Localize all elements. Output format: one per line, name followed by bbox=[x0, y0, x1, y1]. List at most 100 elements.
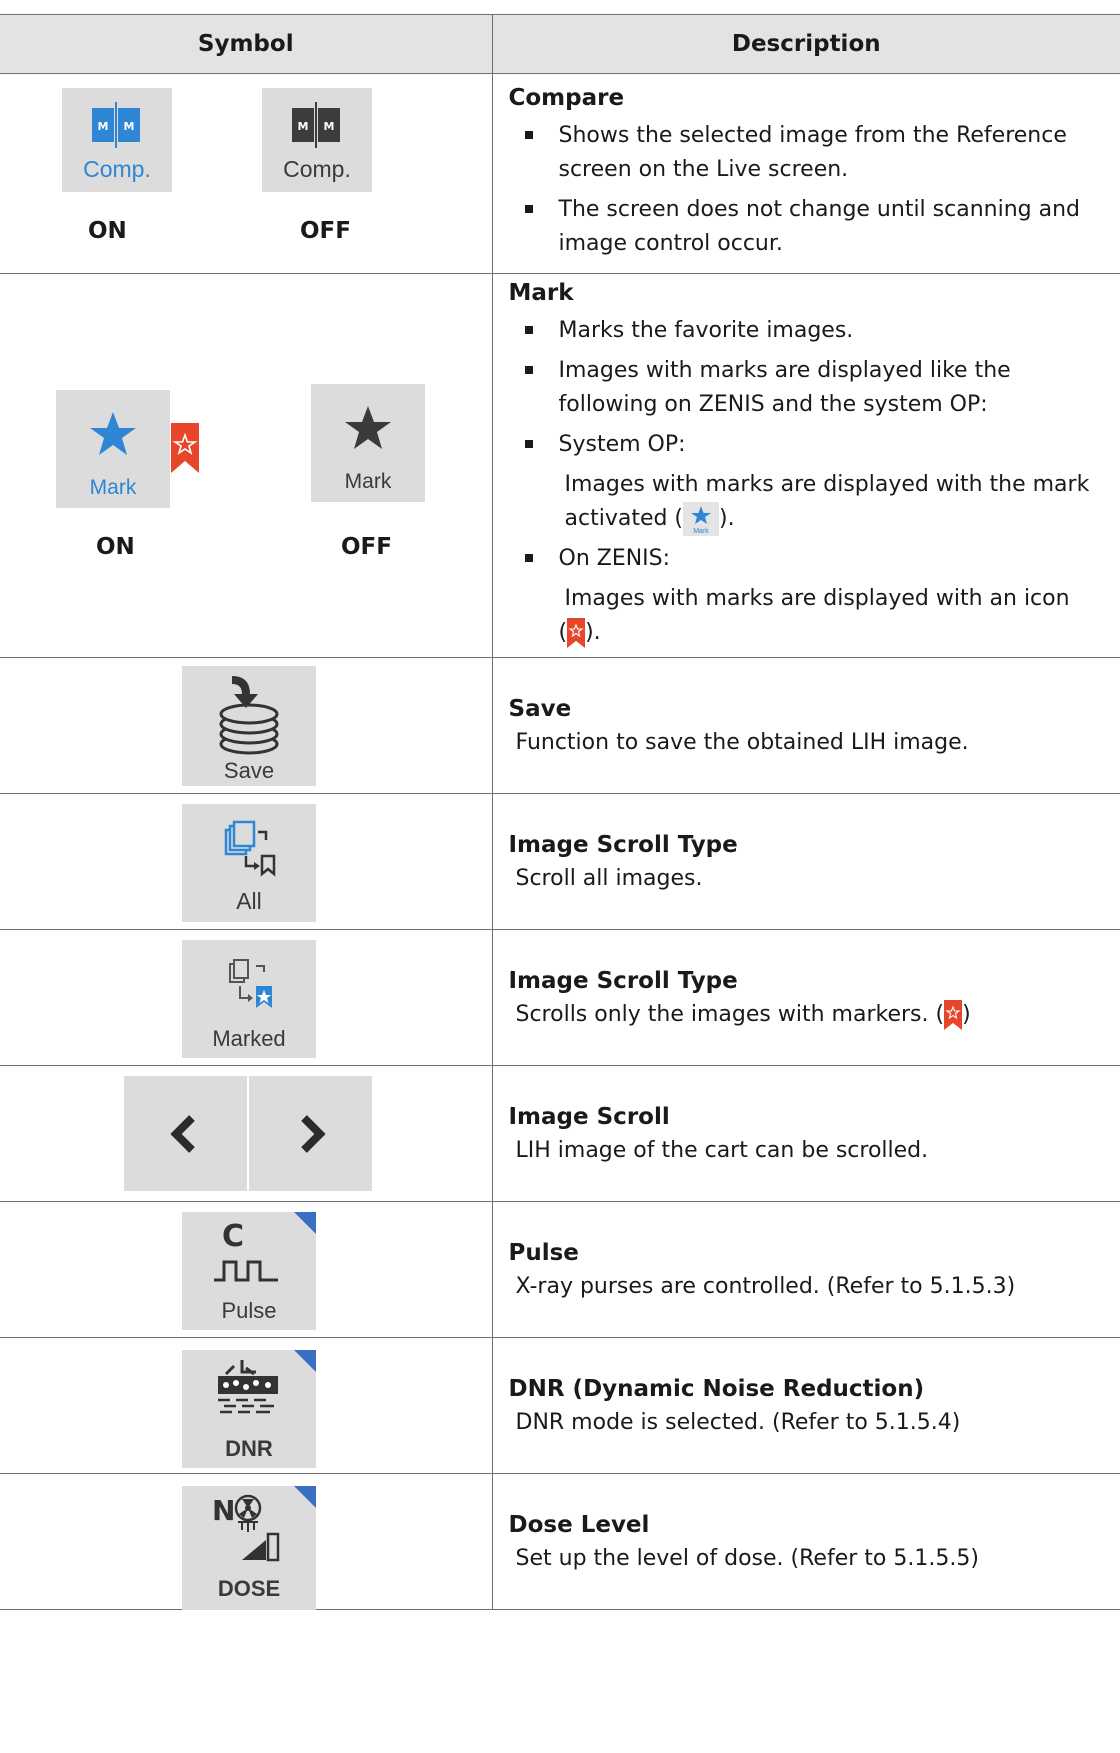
description-cell: Compare Shows the selected image from th… bbox=[491, 73, 1120, 274]
sub-item: (). bbox=[509, 616, 1103, 650]
state-on-label: ON bbox=[88, 218, 127, 244]
row-text: Set up the level of dose. (Refer to 5.1.… bbox=[515, 1545, 979, 1571]
description-cell: Pulse X-ray purses are controlled. (Refe… bbox=[491, 1201, 1120, 1338]
table-row: Save Save Function to save the obtained … bbox=[0, 657, 1120, 794]
mark-on-label: Mark bbox=[89, 476, 137, 499]
compare-on-icon: M M Comp. bbox=[62, 88, 172, 192]
row-text: X-ray purses are controlled. (Refer to 5… bbox=[515, 1273, 1016, 1299]
bookmark-icon bbox=[944, 999, 963, 1030]
table-header-row: Symbol Description bbox=[0, 14, 1120, 74]
save-label: Save bbox=[223, 758, 275, 783]
bullet-item: System OP: bbox=[509, 428, 1103, 462]
table-row: N DOSE Dose Level Set up the level of do… bbox=[0, 1473, 1120, 1610]
row-title: Image Scroll Type bbox=[508, 831, 738, 858]
table-row: C Pulse Pulse X-ray purses are controlle… bbox=[0, 1201, 1120, 1338]
compare-off-label: Comp. bbox=[283, 156, 351, 182]
scroll-marked-icon: Marked bbox=[182, 940, 316, 1058]
bookmark-icon bbox=[171, 423, 199, 473]
svg-text:M: M bbox=[324, 120, 335, 133]
mark-off-icon: Mark bbox=[311, 384, 425, 502]
mark-off-label: Mark bbox=[344, 470, 392, 493]
scroll-next-button bbox=[249, 1076, 372, 1191]
description-cell: Image Scroll LIH image of the cart can b… bbox=[491, 1065, 1120, 1202]
row-title: Image Scroll bbox=[508, 1103, 670, 1130]
mark-on-icon: Mark bbox=[56, 390, 170, 508]
row-text: Scroll all images. bbox=[515, 865, 703, 891]
svg-text:C: C bbox=[222, 1219, 244, 1254]
scroll-prev-button bbox=[124, 1076, 247, 1191]
bullet-item: Images with marks are displayed like the… bbox=[509, 354, 1103, 422]
sub-item: Images with marks are displayed with the… bbox=[564, 471, 1090, 536]
star-icon bbox=[90, 412, 136, 455]
scroll-all-icon: All bbox=[182, 804, 316, 922]
pulse-wave-icon: C bbox=[214, 1219, 278, 1282]
row-title: Pulse bbox=[508, 1239, 579, 1266]
row-text: DNR mode is selected. (Refer to 5.1.5.4) bbox=[515, 1409, 961, 1435]
bullet-item: Marks the favorite images. bbox=[509, 314, 1103, 348]
description-cell: DNR (Dynamic Noise Reduction) DNR mode i… bbox=[491, 1337, 1120, 1474]
row-text: LIH image of the cart can be scrolled. bbox=[515, 1137, 929, 1163]
bullet-item: Shows the selected image from the Refere… bbox=[509, 119, 1103, 187]
chevron-right-icon bbox=[301, 1115, 326, 1153]
noise-reduction-icon bbox=[218, 1360, 278, 1414]
database-save-icon bbox=[219, 676, 279, 755]
row-title: DNR (Dynamic Noise Reduction) bbox=[508, 1375, 925, 1402]
dose-level-icon: N bbox=[212, 1494, 280, 1562]
chevron-left-icon bbox=[170, 1115, 195, 1153]
description-cell: Save Function to save the obtained LIH i… bbox=[491, 657, 1120, 794]
row-title: Dose Level bbox=[508, 1511, 650, 1538]
pulse-label: Pulse bbox=[221, 1298, 277, 1323]
symbol-cell: C Pulse bbox=[0, 1201, 493, 1338]
state-on-label: ON bbox=[96, 534, 135, 560]
bullet-item: The screen does not change until scannin… bbox=[509, 193, 1103, 261]
svg-text:M: M bbox=[298, 120, 309, 133]
symbol-cell: M M Comp. M M Comp. ON OFF bbox=[0, 73, 493, 274]
symbol-cell: Mark Mark ON OFF bbox=[0, 273, 493, 658]
description-cell: Image Scroll Type Scroll all images. bbox=[491, 793, 1120, 930]
split-screen-icon: M M bbox=[292, 102, 340, 148]
dose-icon: N DOSE bbox=[182, 1486, 316, 1610]
row-text: Scrolls only the images with markers. () bbox=[509, 998, 1103, 1032]
svg-text:M: M bbox=[124, 120, 135, 133]
split-screen-icon: M M bbox=[92, 102, 140, 148]
row-title: Image Scroll Type bbox=[508, 967, 738, 994]
compare-on-label: Comp. bbox=[83, 156, 151, 182]
symbol-cell: DNR bbox=[0, 1337, 493, 1474]
description-cell: Mark Marks the favorite images. Images w… bbox=[491, 273, 1120, 658]
svg-text:M: M bbox=[98, 120, 109, 133]
header-symbol: Symbol bbox=[0, 14, 493, 74]
table-row: Marked Image Scroll Type Scrolls only th… bbox=[0, 929, 1120, 1066]
star-icon bbox=[345, 406, 391, 449]
symbol-cell: Marked bbox=[0, 929, 493, 1066]
dnr-icon: DNR bbox=[182, 1350, 316, 1468]
table-row: Image Scroll LIH image of the cart can b… bbox=[0, 1065, 1120, 1202]
pulse-icon: C Pulse bbox=[182, 1212, 316, 1330]
header-description: Description bbox=[491, 14, 1120, 74]
row-title: Save bbox=[508, 695, 572, 722]
description-cell: Dose Level Set up the level of dose. (Re… bbox=[491, 1473, 1120, 1610]
scroll-marked-label: Marked bbox=[212, 1026, 286, 1051]
stack-images-icon bbox=[224, 820, 276, 877]
table-row: M M Comp. M M Comp. ON OFF Compare Shows… bbox=[0, 73, 1120, 274]
row-title: Compare bbox=[508, 84, 625, 111]
row-text: Function to save the obtained LIH image. bbox=[515, 729, 969, 755]
state-off-label: OFF bbox=[300, 218, 351, 244]
save-icon: Save bbox=[182, 666, 316, 786]
svg-text:Mark: Mark bbox=[693, 528, 709, 535]
symbol-cell: Save bbox=[0, 657, 493, 794]
bullet-item: On ZENIS: bbox=[509, 542, 1103, 576]
dose-label: DOSE bbox=[217, 1576, 281, 1601]
table-row: Mark Mark ON OFF Mark Marks the favorite… bbox=[0, 273, 1120, 658]
state-off-label: OFF bbox=[341, 534, 392, 560]
stack-marked-icon bbox=[229, 959, 272, 1008]
table-row: All Image Scroll Type Scroll all images. bbox=[0, 793, 1120, 930]
row-title: Mark bbox=[508, 279, 574, 306]
symbol-cell: N DOSE bbox=[0, 1473, 493, 1610]
compare-off-icon: M M Comp. bbox=[262, 88, 372, 192]
dnr-label: DNR bbox=[225, 1436, 273, 1461]
bookmark-icon bbox=[567, 617, 586, 648]
sub-item: Images with marks are displayed with an … bbox=[564, 585, 1070, 611]
symbol-table: Symbol Description M M Comp. M M Comp. O… bbox=[0, 14, 1120, 1610]
mark-on-mini-icon: Mark bbox=[683, 501, 720, 536]
table-row: DNR DNR (Dynamic Noise Reduction) DNR mo… bbox=[0, 1337, 1120, 1474]
